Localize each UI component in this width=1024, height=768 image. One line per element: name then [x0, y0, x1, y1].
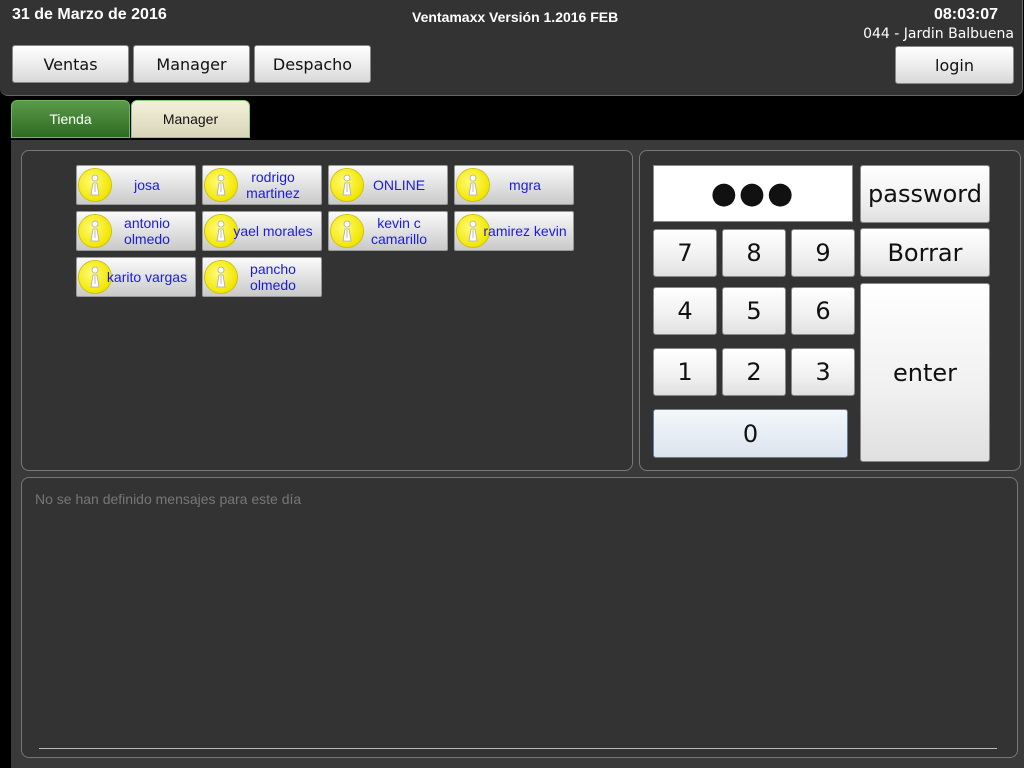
user-name: karito vargas: [106, 269, 188, 285]
password-button[interactable]: password: [860, 165, 990, 223]
messages-divider: [39, 748, 997, 749]
tab-tienda[interactable]: Tienda: [11, 100, 130, 138]
user-name: ramirez kevin: [483, 223, 567, 239]
user-button[interactable]: ONLINE: [328, 165, 448, 205]
user-name: rodrigo martinez: [246, 169, 300, 201]
store-label: 044 - Jardin Balbuena: [863, 26, 1014, 42]
tab-manager[interactable]: Manager: [131, 100, 250, 138]
messages-panel: No se han definido mensajes para este dí…: [21, 477, 1018, 758]
user-name: mgra: [509, 177, 541, 193]
key-8[interactable]: 8: [722, 229, 786, 277]
user-name: josa: [134, 177, 160, 193]
header-bar: 31 de Marzo de 2016 Ventamaxx Versión 1.…: [0, 0, 1023, 96]
user-button[interactable]: josa: [76, 165, 196, 205]
user-button[interactable]: yael morales: [202, 211, 322, 251]
key-3[interactable]: 3: [791, 348, 855, 396]
key-7[interactable]: 7: [653, 229, 717, 277]
login-button[interactable]: login: [895, 46, 1014, 84]
manager-button[interactable]: Manager: [133, 45, 250, 83]
user-button[interactable]: mgra: [454, 165, 574, 205]
key-1[interactable]: 1: [653, 348, 717, 396]
ventas-button[interactable]: Ventas: [12, 45, 129, 83]
key-6[interactable]: 6: [791, 287, 855, 335]
key-2[interactable]: 2: [722, 348, 786, 396]
enter-button[interactable]: enter: [860, 283, 990, 462]
user-name: yael morales: [233, 223, 313, 239]
user-button[interactable]: pancho olmedo: [202, 257, 322, 297]
user-button[interactable]: kevin c camarillo: [328, 211, 448, 251]
key-5[interactable]: 5: [722, 287, 786, 335]
user-button[interactable]: antonio olmedo: [76, 211, 196, 251]
clear-button[interactable]: Borrar: [860, 228, 990, 277]
key-9[interactable]: 9: [791, 229, 855, 277]
clock: 08:03:07: [933, 6, 998, 23]
app-version: Ventamaxx Versión 1.2016 FEB: [412, 9, 619, 25]
user-name: antonio olmedo: [124, 215, 170, 247]
despacho-button[interactable]: Despacho: [254, 45, 371, 83]
user-button[interactable]: karito vargas: [76, 257, 196, 297]
password-display[interactable]: ●●●: [653, 165, 853, 222]
user-name: kevin c camarillo: [370, 215, 427, 247]
key-4[interactable]: 4: [653, 287, 717, 335]
messages-empty-text: No se han definido mensajes para este dí…: [35, 491, 302, 507]
key-0[interactable]: 0: [653, 409, 848, 458]
user-button[interactable]: ramirez kevin: [454, 211, 574, 251]
user-name: ONLINE: [372, 177, 426, 193]
user-button[interactable]: rodrigo martinez: [202, 165, 322, 205]
user-name: pancho olmedo: [250, 261, 296, 293]
date-label: 31 de Marzo de 2016: [12, 6, 167, 23]
